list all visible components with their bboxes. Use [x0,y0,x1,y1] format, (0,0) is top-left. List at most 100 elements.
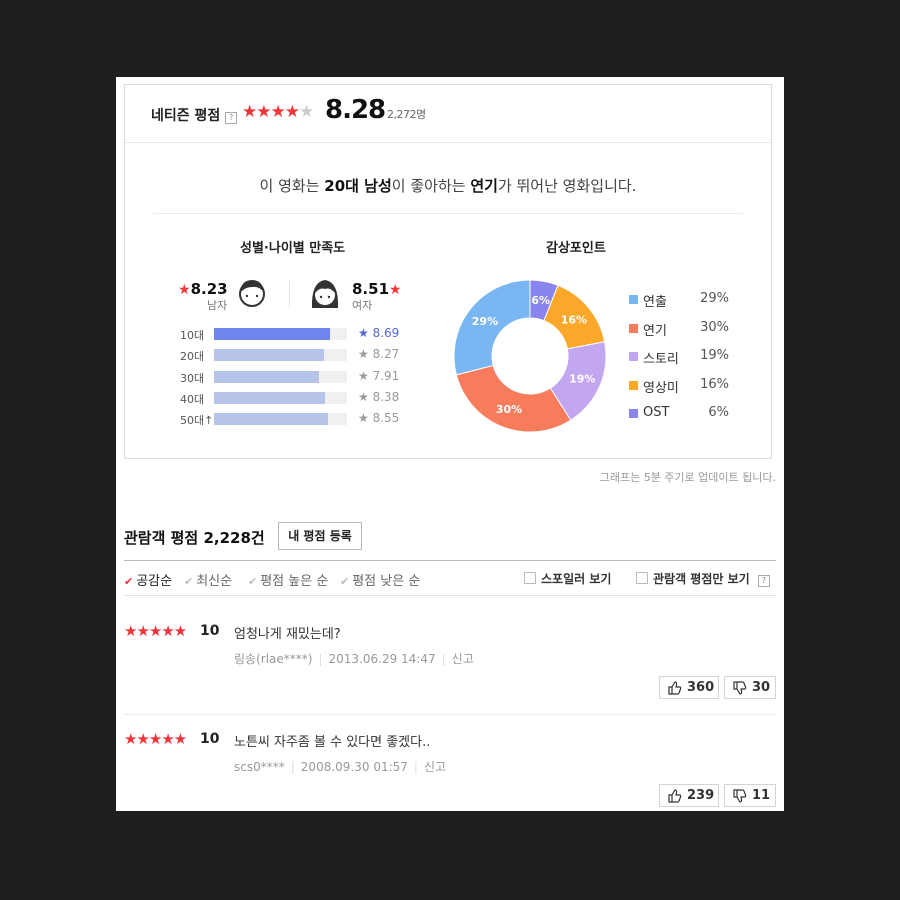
age-bar-track [214,349,347,362]
age-score-value: 8.69 [372,326,400,340]
like-button[interactable]: 360 [659,676,719,699]
spoiler-toggle[interactable]: 스포일러 보기 [524,570,611,587]
netizen-header: 네티즌 평점 ? ★★★★★ 8.28 2,272명 [125,85,771,143]
report-link[interactable]: 신고 [452,652,474,666]
female-score: 8.51 [352,280,390,298]
legend-swatch [629,380,638,390]
legend-name: 연기 [643,323,667,339]
legend-item: 연기 30% [629,320,729,340]
sort-option[interactable]: ✔ 공감순 [124,570,172,589]
male-score: 8.23 [190,280,228,298]
sort-option[interactable]: ✔ 최신순 [184,570,232,589]
summary-point: 연기 [470,177,498,195]
audience-only-toggle[interactable]: 관람객 평점만 보기 ? [636,570,770,587]
sort-option[interactable]: ✔ 평점 낮은 순 [340,570,420,589]
age-row: 20대 ★ 8.27 [180,347,420,364]
star-icon: ★ [358,368,369,383]
review-meta: 링송(rlae****) | 2013.06.29 14:47 | 신고 [234,652,474,666]
review-text: 노튼씨 자주좀 볼 수 있다면 좋겠다.. [234,735,431,750]
review-date: 2008.09.30 01:57 [300,760,408,774]
summary-sentence: 이 영화는 20대 남성이 좋아하는 연기가 뛰어난 영화입니다. [125,175,771,196]
age-score: ★ 7.91 [358,369,399,383]
legend-pct: 30% [700,319,729,335]
review-meta: scs0**** | 2008.09.30 01:57 | 신고 [234,760,447,774]
summary-demo: 20대 남성 [324,177,392,195]
sort-label: 공감순 [136,574,173,589]
report-link[interactable]: 신고 [424,760,446,774]
age-bar [214,328,330,340]
age-label: 30대 [180,371,205,385]
age-bar-track [214,413,347,426]
review-text: 엄청나게 재밌는데? [234,627,341,642]
legend-item: 연출 29% [629,291,729,311]
sort-label: 평점 높은 순 [260,574,329,589]
star-icon: ★ [178,282,191,298]
legend-item: 영상미 16% [629,377,729,397]
age-row: 50대↑ ★ 8.55 [180,411,420,427]
check-icon: ✔ [248,575,258,588]
thumbs-down-icon [733,681,747,695]
review-divider [124,714,776,715]
sort-label: 평점 낮은 순 [352,574,421,589]
age-score-value: 8.38 [372,389,400,404]
star-icon: ★ [358,326,369,340]
review-user[interactable]: scs0**** [234,760,285,774]
review-user[interactable]: 링송(rlae****) [234,652,312,666]
star-icon: ★ [256,102,271,122]
rating-panel: 네티즌 평점 ? ★★★★★ 8.28 2,272명 이 영화는 20대 남성이… [116,77,784,811]
legend-swatch [629,295,638,304]
checkbox-icon[interactable] [636,572,648,584]
star-icon: ★ [358,389,369,404]
age-row: 10대 ★ 8.69 [180,326,420,342]
age-label: 40대 [180,392,205,406]
age-bar [214,349,324,362]
age-score-value: 8.55 [372,411,400,426]
legend-pct: 29% [700,291,729,306]
male-label: 남자 [207,299,228,312]
netizen-score: 8.28 [325,95,386,125]
age-bar [214,391,326,404]
points-title: 감상포인트 [546,241,606,256]
legend-pct: 19% [700,348,729,363]
legend-name: 영상미 [643,380,679,396]
pie-slice-label: 30% [496,403,522,416]
review-date: 2013.06.29 14:47 [328,652,436,666]
checkbox-icon[interactable] [524,572,536,584]
dislike-button[interactable]: 30 [724,676,776,699]
star-icon: ★ [358,411,369,426]
register-rating-button[interactable]: 내 평점 등록 [278,522,362,550]
like-count: 360 [687,680,715,695]
age-label: 20대 [180,350,205,364]
thumbs-up-icon [668,789,682,803]
pie-slice-label: 6% [531,294,550,307]
legend-name: 연출 [643,295,667,310]
check-icon: ✔ [340,575,350,588]
check-icon: ✔ [184,575,194,588]
age-label: 10대 [180,329,205,342]
age-row: 30대 ★ 7.91 [180,369,420,385]
sort-option[interactable]: ✔ 평점 높은 순 [248,570,328,589]
pie-slice-label: 19% [569,373,595,386]
legend-pct: 6% [708,405,729,420]
thumbs-up-icon [668,681,682,695]
age-bar-track [214,391,347,404]
female-avatar-icon [311,280,339,308]
help-icon[interactable]: ? [225,112,238,124]
like-button[interactable]: 239 [659,784,719,807]
age-score: ★ 8.55 [358,411,399,425]
age-bar [214,370,320,383]
age-bar-track [214,370,347,383]
dislike-count: 30 [752,680,771,695]
help-icon[interactable]: ? [757,575,770,587]
age-score-value: 8.27 [372,347,400,362]
dislike-button[interactable]: 11 [724,784,776,807]
pie-slice-label: 16% [561,314,587,327]
netizen-title-text: 네티즌 평점 [151,108,221,124]
star-icon: ★ [284,102,300,122]
age-score: ★ 8.69 [358,326,399,340]
star-icon: ★ [270,102,286,122]
age-score: ★ 8.38 [358,390,399,404]
legend-swatch [629,352,638,361]
age-score: ★ 8.27 [358,347,399,361]
summary-divider [153,213,743,214]
